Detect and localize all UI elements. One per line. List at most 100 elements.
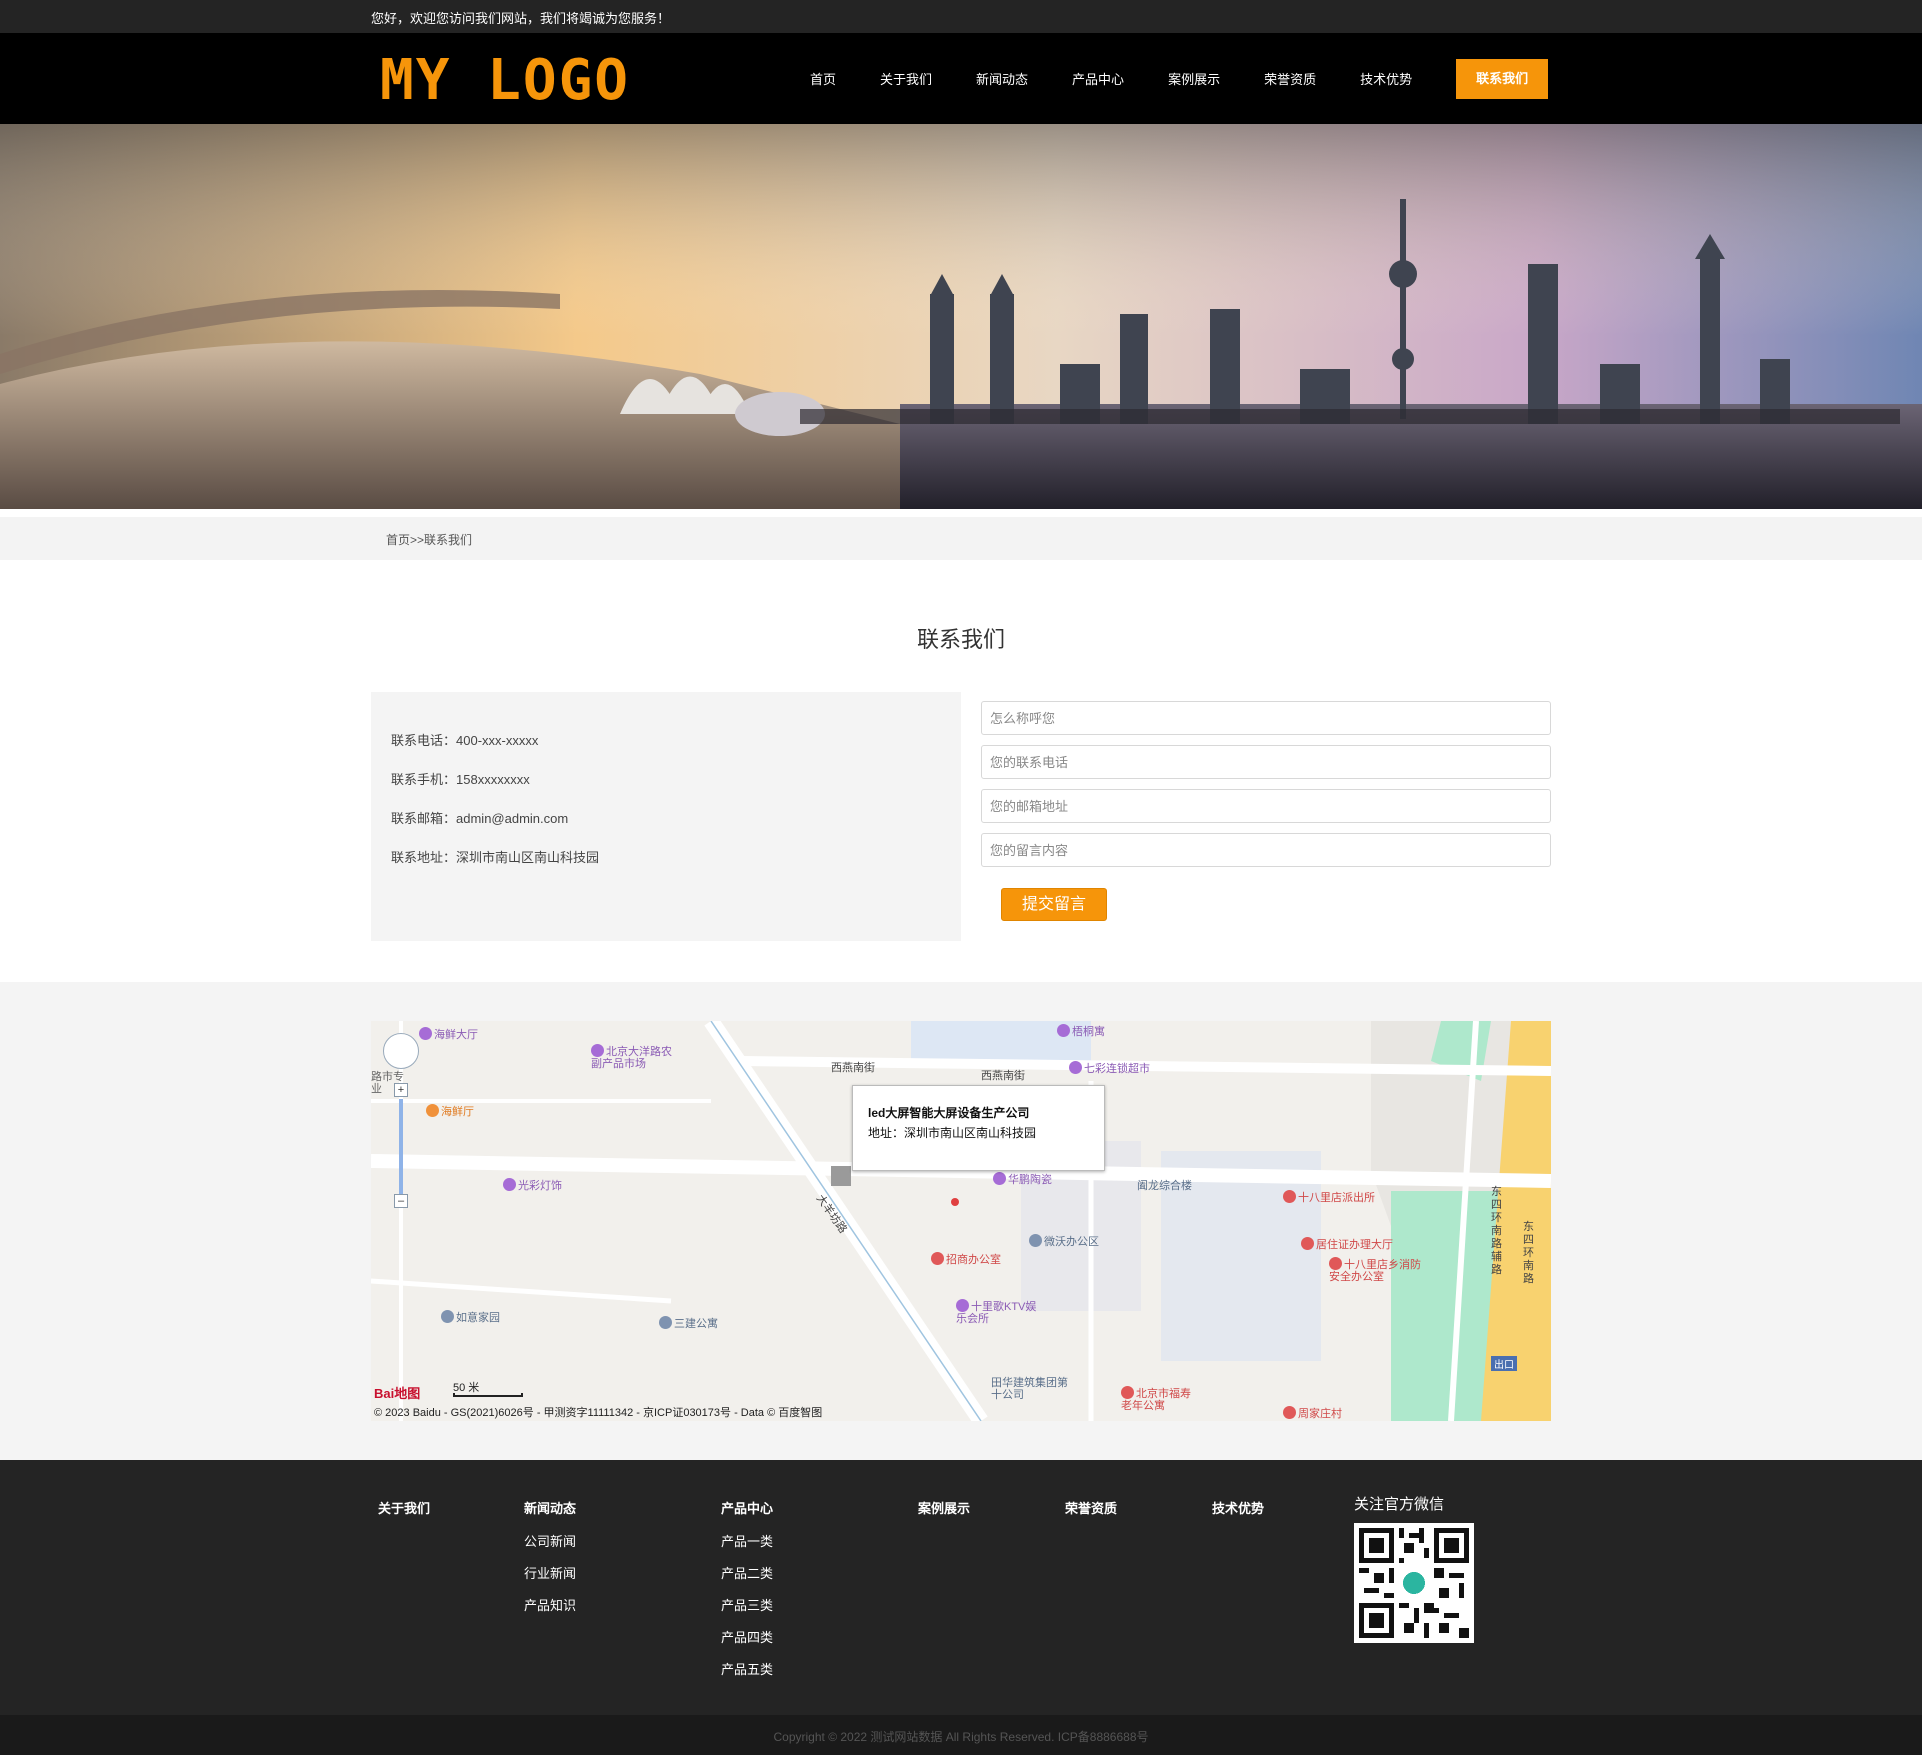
baidu-map-logo[interactable]: Bai地图: [374, 1383, 420, 1402]
map-copyright: © 2023 Baidu - GS(2021)6026号 - 甲测资字11111…: [374, 1407, 823, 1419]
contact-address-label: 联系地址：: [391, 850, 457, 865]
pan-control-icon[interactable]: [383, 1033, 419, 1069]
footer-link[interactable]: 产品五类: [721, 1659, 773, 1678]
poi-pin-icon: [956, 1299, 969, 1312]
footer-link[interactable]: 公司新闻: [524, 1531, 576, 1550]
contact-address-value: 深圳市南山区南山科技园: [456, 850, 600, 865]
message-field[interactable]: [981, 833, 1551, 867]
poi-pin-icon: [659, 1316, 672, 1329]
submit-message-button[interactable]: 提交留言: [1001, 888, 1107, 921]
map-poi[interactable]: 海鲜大厅: [419, 1026, 478, 1042]
map-street-label: 东四环南路: [1523, 1221, 1534, 1285]
nav-products[interactable]: 产品中心: [1072, 69, 1124, 88]
map-street-label: 东四环南路辅路: [1491, 1186, 1502, 1276]
poi-pin-icon: [993, 1172, 1006, 1185]
map-poi[interactable]: 梧桐寓: [1057, 1023, 1105, 1039]
footer-column-about: 关于我们: [378, 1498, 430, 1531]
map-poi[interactable]: 田华建筑集团第十公司: [991, 1377, 1071, 1401]
nav-news[interactable]: 新闻动态: [976, 69, 1028, 88]
top-welcome-bar: 您好，欢迎您访问我们网站，我们将竭诚为您服务！: [0, 0, 1922, 33]
map-info-popup[interactable]: led大屏智能大屏设备生产公司 地址：深圳市南山区南山科技园: [852, 1085, 1105, 1171]
site-copyright: Copyright © 2022 测试网站数据 All Rights Reser…: [773, 1730, 1149, 1744]
poi-pin-icon: [426, 1104, 439, 1117]
map-poi[interactable]: 三建公寓: [659, 1315, 718, 1331]
contact-email-value: admin@admin.com: [456, 811, 569, 826]
breadcrumb-separator: >>: [410, 533, 425, 547]
map-poi[interactable]: 微沃办公区: [1029, 1233, 1099, 1249]
map-poi[interactable]: 阖龙综合楼: [1137, 1177, 1192, 1193]
footer-link[interactable]: 产品四类: [721, 1627, 773, 1646]
footer-column-news: 新闻动态 公司新闻 行业新闻 产品知识: [524, 1498, 576, 1627]
poi-pin-icon: [1057, 1024, 1070, 1037]
nav-home[interactable]: 首页: [810, 69, 836, 88]
wechat-qr-code: [1354, 1523, 1474, 1643]
map-poi[interactable]: 十八里店乡消防安全办公室: [1329, 1257, 1429, 1283]
logo-text: MY LOGO: [380, 49, 630, 109]
contact-email: 联系邮箱：admin@admin.com: [391, 808, 568, 827]
contact-email-label: 联系邮箱：: [391, 811, 457, 826]
map-poi[interactable]: 如意家园: [441, 1309, 500, 1325]
poi-pin-icon: [1069, 1061, 1082, 1074]
page-title: 联系我们: [916, 627, 1005, 652]
footer-heading[interactable]: 荣誉资质: [1065, 1498, 1117, 1517]
contact-mobile-value: 158xxxxxxxx: [456, 772, 530, 787]
map-poi[interactable]: 出口: [1491, 1356, 1517, 1371]
skyline-image: [0, 124, 1922, 509]
contact-address: 联系地址：深圳市南山区南山科技园: [391, 847, 599, 866]
footer-heading[interactable]: 新闻动态: [524, 1498, 576, 1517]
footer-heading[interactable]: 关于我们: [378, 1498, 430, 1517]
map-poi[interactable]: 北京大洋路农副产品市场: [591, 1044, 681, 1070]
footer-link[interactable]: 产品知识: [524, 1595, 576, 1614]
footer-heading[interactable]: 产品中心: [721, 1498, 773, 1517]
map-poi[interactable]: 光彩灯饰: [503, 1177, 562, 1193]
map-section: + – 海鲜大厅 北京大洋路农副产品市场 海鲜厅 路市专业 光彩灯饰 梧桐寓 七…: [0, 982, 1922, 1460]
footer-link[interactable]: 产品二类: [721, 1563, 773, 1582]
name-field[interactable]: [981, 701, 1551, 735]
map-poi[interactable]: 居住证办理大厅: [1301, 1236, 1393, 1252]
footer-link[interactable]: 行业新闻: [524, 1563, 576, 1582]
zoom-out-icon[interactable]: –: [394, 1194, 408, 1208]
footer-link[interactable]: 产品三类: [721, 1595, 773, 1614]
poi-pin-icon: [1029, 1234, 1042, 1247]
contact-phone-value: 400-xxx-xxxxx: [456, 733, 539, 748]
map-scale-bar: [453, 1393, 523, 1397]
wechat-title: 关注官方微信: [1354, 1496, 1445, 1513]
zoom-slider[interactable]: [399, 1099, 403, 1194]
baidu-map[interactable]: + – 海鲜大厅 北京大洋路农副产品市场 海鲜厅 路市专业 光彩灯饰 梧桐寓 七…: [371, 1021, 1551, 1421]
map-poi[interactable]: 十里歌KTV娱乐会所: [956, 1299, 1046, 1325]
contact-info-panel: 联系电话：400-xxx-xxxxx 联系手机：158xxxxxxxx 联系邮箱…: [371, 692, 961, 941]
map-poi[interactable]: 路市专业: [371, 1071, 411, 1095]
footer-column-cases: 案例展示: [918, 1498, 970, 1531]
email-field[interactable]: [981, 789, 1551, 823]
map-poi[interactable]: 华鹏陶瓷: [993, 1171, 1052, 1187]
nav-about[interactable]: 关于我们: [880, 69, 932, 88]
map-poi[interactable]: 北京市福寿老年公寓: [1121, 1386, 1201, 1412]
map-poi[interactable]: 周家庄村: [1283, 1405, 1342, 1421]
breadcrumb-home[interactable]: 首页: [386, 533, 410, 547]
nav-honors[interactable]: 荣誉资质: [1264, 69, 1316, 88]
map-poi[interactable]: 海鲜厅: [426, 1103, 474, 1119]
map-poi[interactable]: 招商办公室: [931, 1251, 1001, 1267]
qr-code-icon: [1359, 1528, 1469, 1638]
site-header: MY LOGO 首页 关于我们 新闻动态 产品中心 案例展示 荣誉资质 技术优势…: [0, 33, 1922, 124]
contact-mobile: 联系手机：158xxxxxxxx: [391, 769, 530, 788]
site-logo[interactable]: MY LOGO: [380, 49, 640, 109]
poi-pin-icon: [1283, 1190, 1296, 1203]
footer-heading[interactable]: 案例展示: [918, 1498, 970, 1517]
poi-pin-icon: [1301, 1237, 1314, 1250]
poi-pin-icon: [503, 1178, 516, 1191]
footer-link[interactable]: 产品一类: [721, 1531, 773, 1550]
phone-field[interactable]: [981, 745, 1551, 779]
footer-heading[interactable]: 技术优势: [1212, 1498, 1264, 1517]
nav-tech[interactable]: 技术优势: [1360, 69, 1412, 88]
poi-pin-icon: [441, 1310, 454, 1323]
map-poi[interactable]: 七彩连锁超市: [1069, 1060, 1150, 1076]
popup-company-name: led大屏智能大屏设备生产公司: [868, 1106, 1030, 1120]
poi-pin-icon: [931, 1252, 944, 1265]
breadcrumb-current[interactable]: 联系我们: [424, 533, 472, 547]
nav-contact[interactable]: 联系我们: [1456, 58, 1549, 99]
footer-column-products: 产品中心 产品一类 产品二类 产品三类 产品四类 产品五类: [721, 1498, 773, 1691]
map-street-label: 西燕南街: [831, 1062, 875, 1074]
nav-cases[interactable]: 案例展示: [1168, 69, 1220, 88]
map-poi[interactable]: 十八里店派出所: [1283, 1189, 1375, 1205]
